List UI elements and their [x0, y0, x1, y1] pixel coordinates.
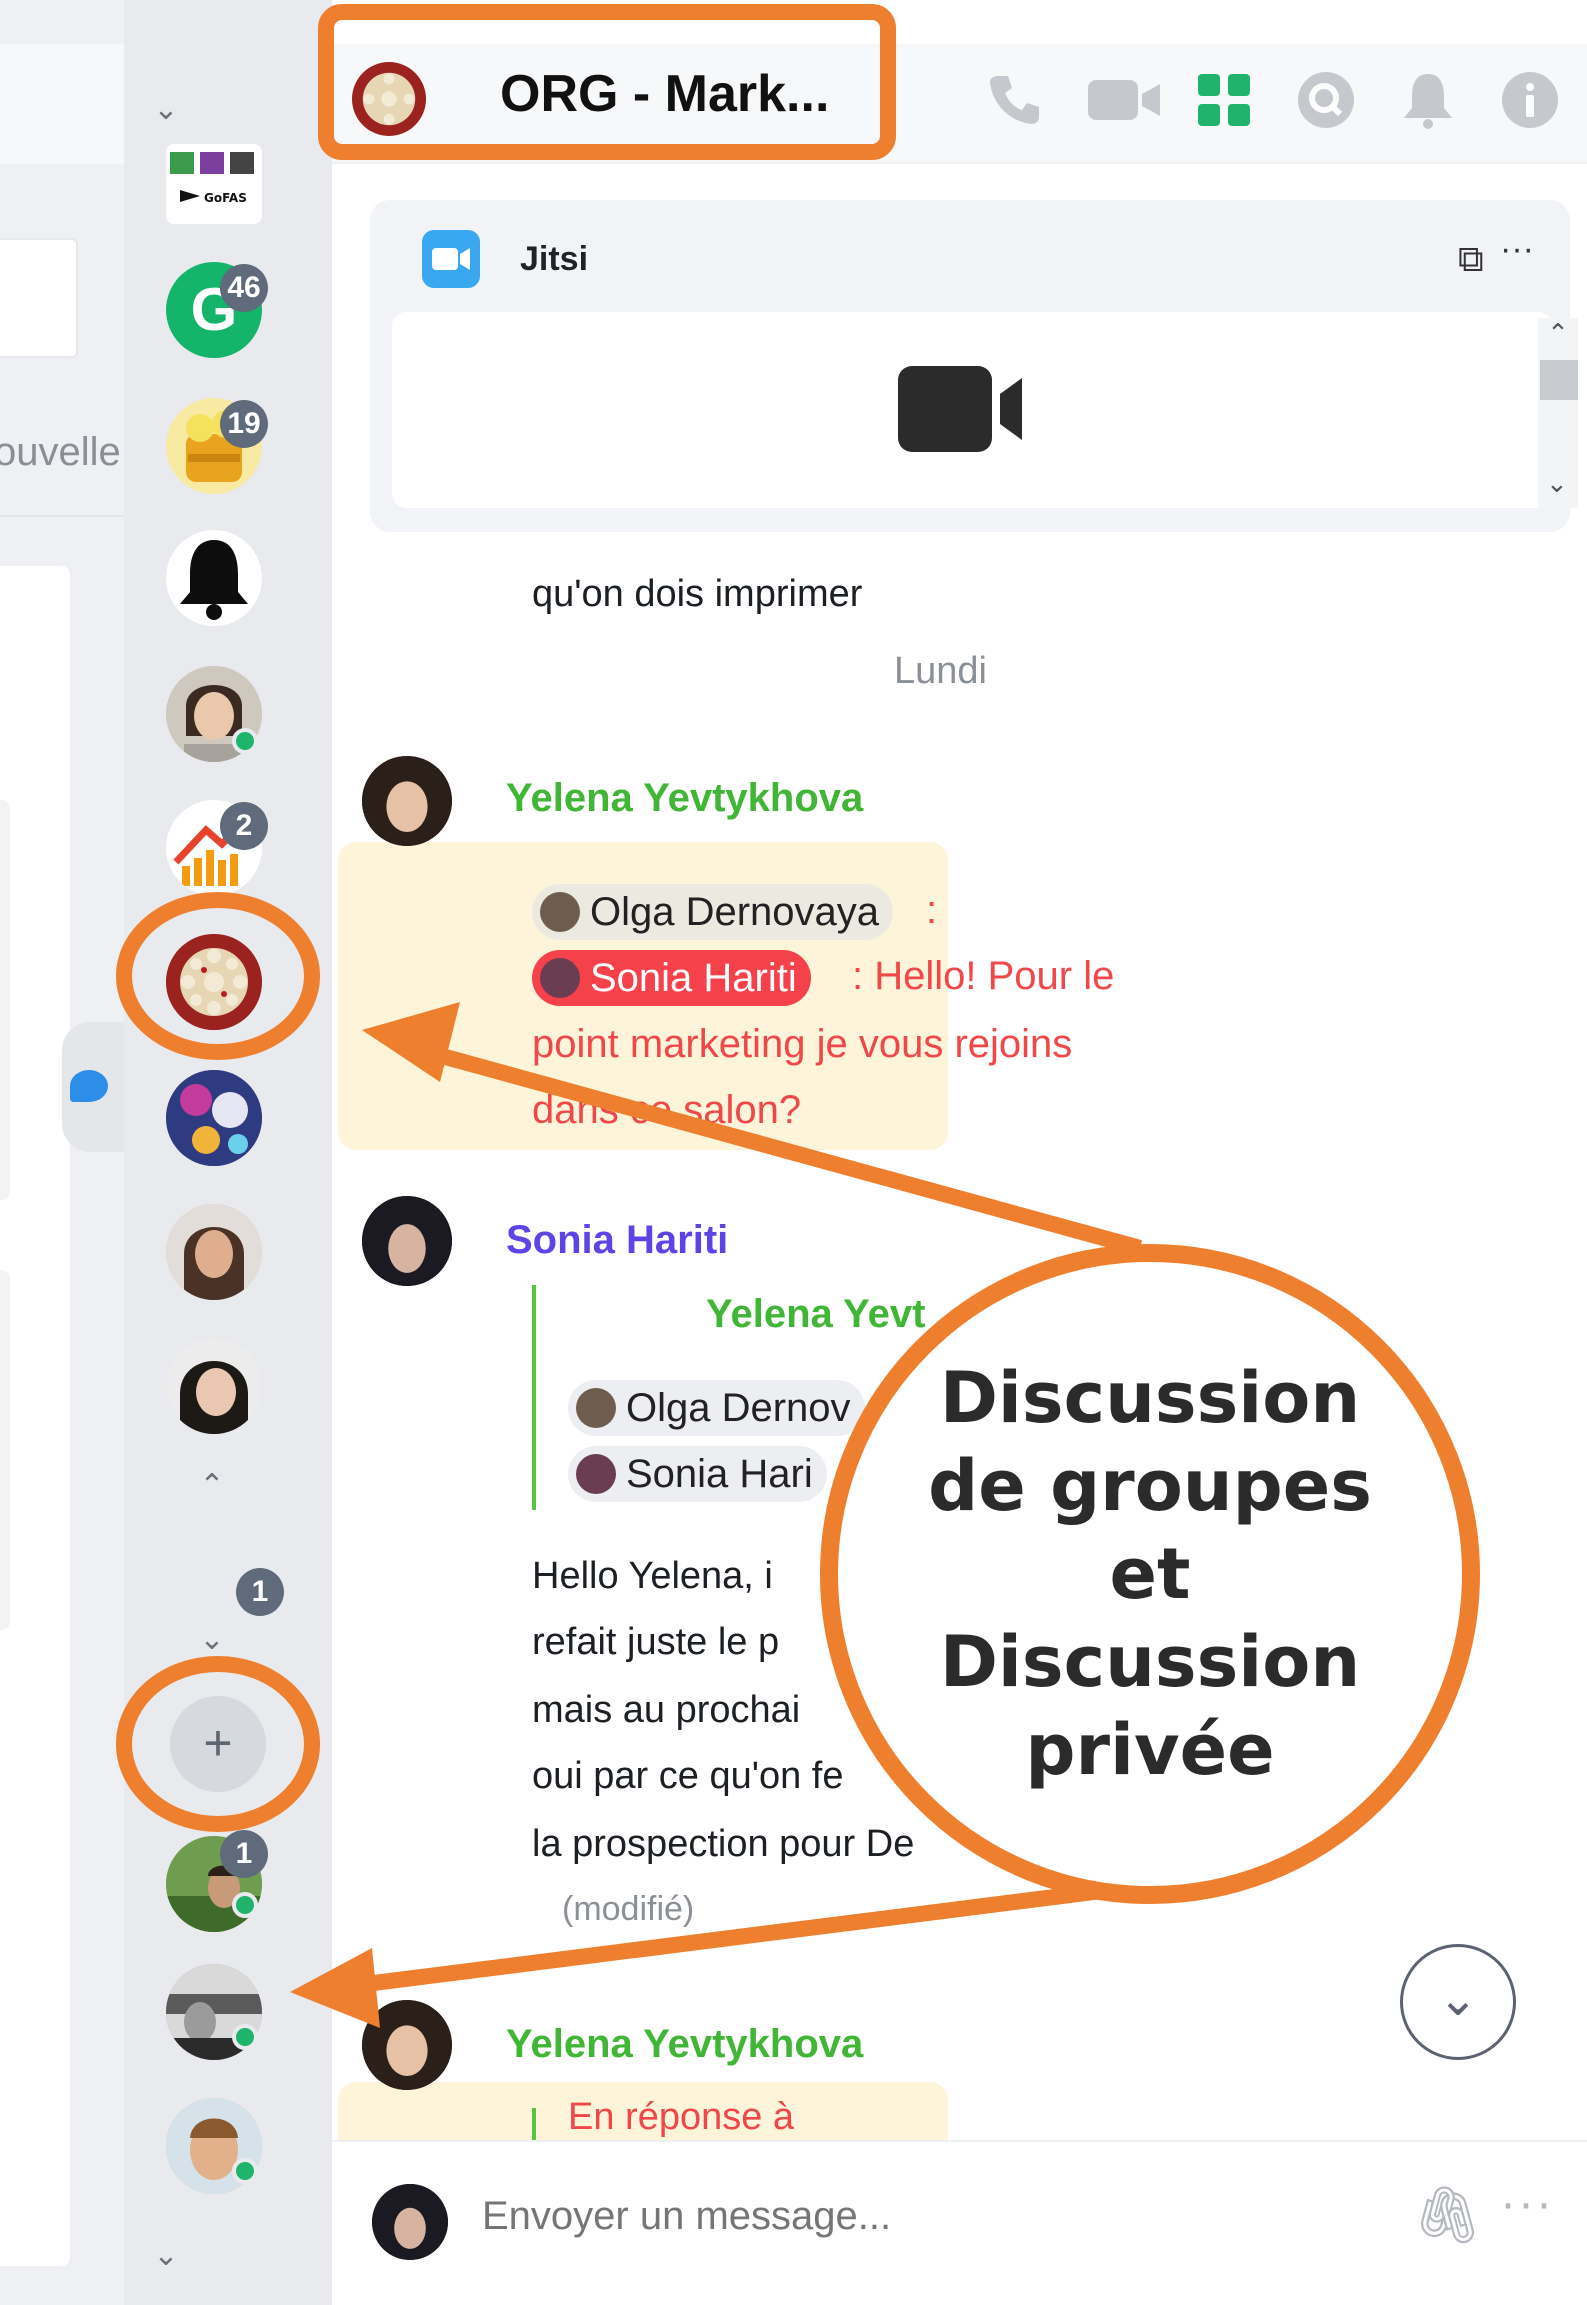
callout-text: Discussion de groupes et Discussion priv… [928, 1357, 1372, 1791]
annotation-arrows [290, 1002, 1143, 2028]
annotation-callout: Discussion de groupes et Discussion priv… [820, 1244, 1480, 1904]
